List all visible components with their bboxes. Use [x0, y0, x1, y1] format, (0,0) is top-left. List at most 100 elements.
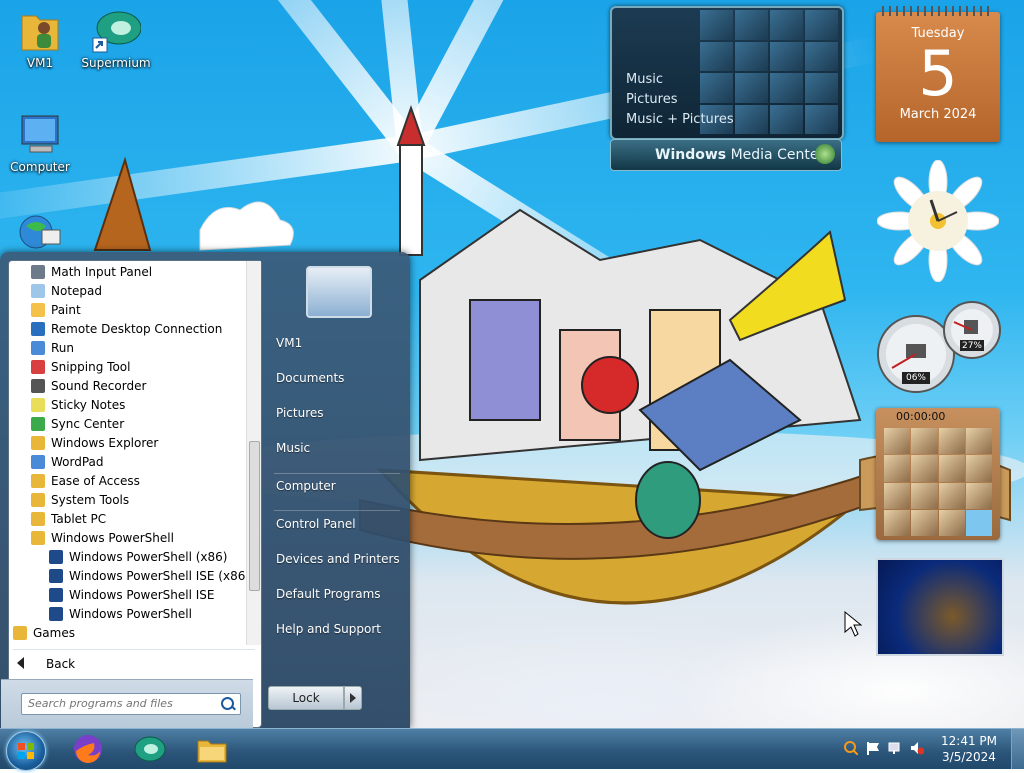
volume-muted-icon[interactable]: [910, 741, 924, 755]
calendar-gadget[interactable]: Tuesday 5 March 2024: [876, 6, 1000, 142]
program-label: Windows PowerShell ISE (x86): [69, 569, 247, 583]
lock-button[interactable]: Lock: [268, 686, 344, 710]
start-link-documents[interactable]: Documents: [276, 371, 344, 385]
program-item[interactable]: System Tools: [9, 491, 247, 510]
start-search-box[interactable]: [21, 693, 241, 715]
desktop-icon-label: Supermium: [81, 56, 151, 70]
paint-icon: [31, 303, 45, 317]
program-label: Ease of Access: [51, 474, 140, 488]
run-icon: [31, 341, 45, 355]
start-menu-right-pane: VM1 Documents Pictures Music Computer Control…: [264, 252, 410, 728]
program-item[interactable]: Ease of Access: [9, 472, 247, 491]
start-menu: Math Input Panel Notepad Paint Remote Deskt…: [0, 252, 410, 728]
clock-gadget[interactable]: [877, 160, 999, 282]
show-desktop-button[interactable]: [1011, 729, 1024, 769]
media-center-launch-bar[interactable]: Windows Media Center: [610, 139, 842, 171]
program-item[interactable]: Windows Explorer: [9, 434, 247, 453]
folder-icon: [13, 626, 27, 640]
desktop-icon-vm1[interactable]: VM1: [0, 8, 80, 70]
firefox-icon[interactable]: [72, 733, 104, 765]
divider: [274, 473, 400, 474]
program-label: WordPad: [51, 455, 104, 469]
program-label: Remote Desktop Connection: [51, 322, 223, 336]
program-item[interactable]: Windows PowerShell ISE (x86): [9, 567, 247, 586]
picture-puzzle-gadget[interactable]: 00:00:00: [876, 408, 1000, 540]
program-label: Windows PowerShell: [51, 531, 174, 545]
desktop-icon-network[interactable]: [0, 212, 80, 254]
divider: [13, 649, 255, 650]
folder-open-icon: [31, 531, 45, 545]
supermium-icon: [92, 11, 141, 53]
puzzle-timer: 00:00:00: [896, 410, 946, 423]
powershell-icon: [49, 588, 63, 602]
shutdown-options-arrow[interactable]: [344, 686, 362, 710]
action-center-flag-icon[interactable]: [866, 741, 880, 755]
program-label: Notepad: [51, 284, 102, 298]
slide-show-gadget[interactable]: [876, 558, 1004, 656]
start-link-devices-and-printers[interactable]: Devices and Printers: [276, 552, 400, 566]
calendar-rings: [882, 6, 994, 16]
media-center-brand: Windows: [655, 147, 727, 163]
media-center-gadget[interactable]: Music Pictures Music + Pictures: [610, 6, 844, 140]
program-item[interactable]: WordPad: [9, 453, 247, 472]
program-item[interactable]: Sticky Notes: [9, 396, 247, 415]
program-item[interactable]: Windows PowerShell (x86): [9, 548, 247, 567]
program-item[interactable]: Snipping Tool: [9, 358, 247, 377]
program-item[interactable]: Notepad: [9, 282, 247, 301]
windows-logo-icon: [18, 743, 34, 759]
media-center-music-pictures[interactable]: Music + Pictures: [626, 110, 734, 130]
taskbar-clock[interactable]: 12:41 PM 3/5/2024: [938, 733, 1000, 765]
program-item[interactable]: Paint: [9, 301, 247, 320]
media-center-brand-rest: Media Center: [730, 147, 825, 163]
calendar-month-year: March 2024: [899, 107, 977, 122]
program-label: Windows Explorer: [51, 436, 159, 450]
back-label: Back: [46, 657, 76, 671]
start-link-help-and-support[interactable]: Help and Support: [276, 622, 381, 636]
program-item[interactable]: Sync Center: [9, 415, 247, 434]
sync-icon: [31, 417, 45, 431]
program-label: Windows PowerShell (x86): [69, 550, 228, 564]
system-tray: 12:41 PM 3/5/2024: [834, 729, 1024, 769]
program-label: Sync Center: [51, 417, 125, 431]
clock-date: 3/5/2024: [942, 750, 996, 764]
desktop-icon-supermium[interactable]: Supermium: [76, 8, 156, 70]
clock-time: 12:41 PM: [941, 734, 997, 748]
desktop-icon-label: Computer: [10, 160, 70, 174]
program-label: Run: [51, 341, 75, 355]
start-button[interactable]: [6, 731, 46, 771]
media-center-pictures[interactable]: Pictures: [626, 90, 734, 110]
program-item[interactable]: Windows PowerShell ISE: [9, 586, 247, 605]
program-item[interactable]: Math Input Panel: [9, 263, 247, 282]
search-tray-icon[interactable]: [844, 741, 858, 755]
scrollbar-thumb[interactable]: [249, 441, 260, 591]
explorer-folder-icon[interactable]: [196, 733, 228, 765]
desktop-icon-computer[interactable]: Computer: [0, 112, 80, 174]
program-item[interactable]: Games: [9, 624, 247, 643]
program-item[interactable]: Tablet PC: [9, 510, 247, 529]
notepad-icon: [31, 284, 45, 298]
program-item[interactable]: Run: [9, 339, 247, 358]
program-label: Windows PowerShell: [69, 607, 192, 621]
start-link-computer[interactable]: Computer: [276, 479, 336, 493]
supermium-icon[interactable]: [134, 733, 166, 765]
network-tray-icon[interactable]: [888, 741, 902, 755]
start-link-music[interactable]: Music: [276, 441, 310, 455]
start-link-vm1[interactable]: VM1: [276, 336, 302, 350]
sticky-notes-icon: [31, 398, 45, 412]
program-item[interactable]: Windows PowerShell: [9, 529, 247, 548]
taskbar: 12:41 PM 3/5/2024: [0, 728, 1024, 771]
start-link-control-panel[interactable]: Control Panel: [276, 517, 356, 531]
media-center-music[interactable]: Music: [626, 70, 734, 90]
start-link-default-programs[interactable]: Default Programs: [276, 587, 381, 601]
search-icon[interactable]: [221, 697, 234, 710]
start-link-pictures[interactable]: Pictures: [276, 406, 324, 420]
programs-scrollbar[interactable]: [246, 261, 261, 645]
program-label: Tablet PC: [51, 512, 107, 526]
program-item[interactable]: Sound Recorder: [9, 377, 247, 396]
program-item[interactable]: Windows PowerShell: [9, 605, 247, 624]
search-input[interactable]: [22, 694, 218, 712]
powershell-icon: [49, 569, 63, 583]
back-button[interactable]: Back: [17, 653, 75, 675]
user-picture[interactable]: [306, 266, 372, 318]
program-item[interactable]: Remote Desktop Connection: [9, 320, 247, 339]
